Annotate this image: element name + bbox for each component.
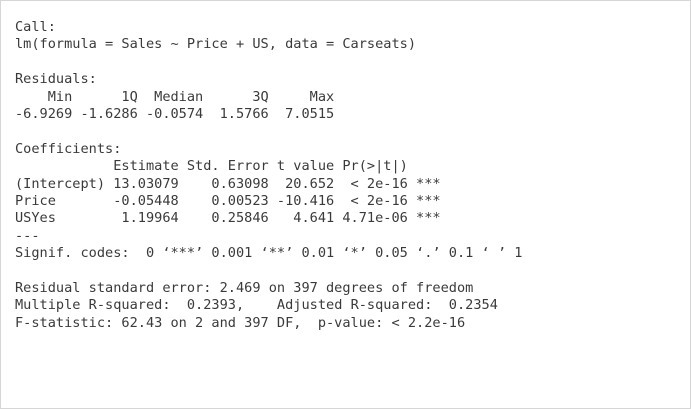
signif-codes-line: Signif. codes: 0 ‘***’ 0.001 ‘**’ 0.01 ‘… xyxy=(15,245,523,262)
residual-standard-error-line: Residual standard error: 2.469 on 397 de… xyxy=(15,279,474,296)
coefficients-heading: Coefficients: xyxy=(15,140,122,157)
console-output-panel: Call: lm(formula = Sales ~ Price + US, da… xyxy=(0,0,691,409)
residuals-values-row: -6.9269 -1.6286 -0.0574 1.5766 7.0515 xyxy=(15,105,343,122)
residuals-header-row: Min 1Q Median 3Q Max xyxy=(15,88,343,105)
regression-summary-text: Call: lm(formula = Sales ~ Price + US, da… xyxy=(15,19,522,332)
call-heading: Call: xyxy=(15,19,56,35)
r-squared-line: Multiple R-squared: 0.2393, Adjusted R-s… xyxy=(15,297,507,314)
f-statistic-line: F-statistic: 62.43 on 2 and 397 DF, p-va… xyxy=(15,314,466,331)
coefficient-row-price: Price -0.05448 0.00523 -10.416 < 2e-16 *… xyxy=(15,192,441,209)
call-formula: lm(formula = Sales ~ Price + US, data = … xyxy=(15,36,417,53)
coefficients-header-row: Estimate Std. Error t value Pr(>|t|) xyxy=(15,158,441,175)
residuals-heading: Residuals: xyxy=(15,71,97,88)
separator-line: --- xyxy=(15,227,40,244)
coefficient-row-intercept: (Intercept) 13.03079 0.63098 20.652 < 2e… xyxy=(15,175,441,192)
coefficient-row-usyes: USYes 1.19964 0.25846 4.641 4.71e-06 *** xyxy=(15,210,441,227)
